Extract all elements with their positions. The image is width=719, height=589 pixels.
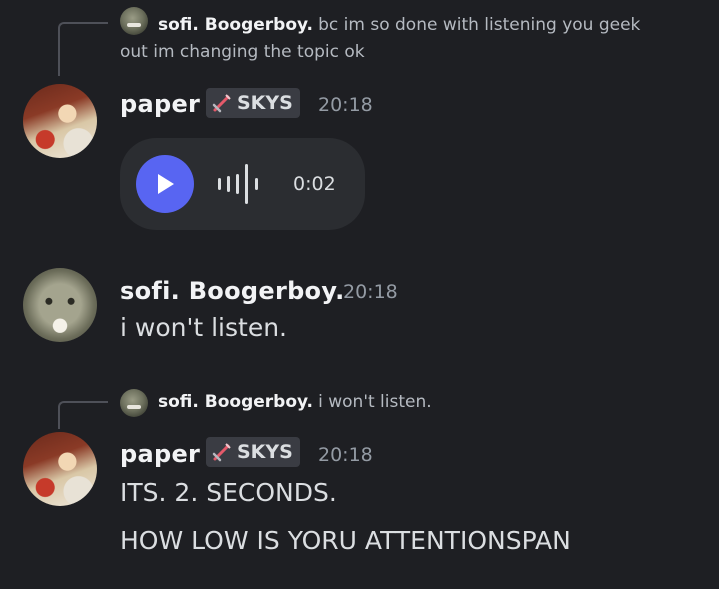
reply-text: i won't listen. xyxy=(318,392,432,412)
message-line: ITS. 2. SECONDS. xyxy=(120,478,337,507)
voice-duration: 0:02 xyxy=(293,173,336,195)
role-tag[interactable]: SKYS xyxy=(206,88,300,118)
reply-text: bc im so done with listening you geek xyxy=(318,15,641,35)
reply-author[interactable]: sofi. Boogerboy. xyxy=(158,15,313,35)
reply-author[interactable]: sofi. Boogerboy. xyxy=(158,392,313,412)
reply-preview[interactable]: sofi. Boogerboy. i won't listen. xyxy=(158,390,432,414)
avatar[interactable] xyxy=(23,432,97,506)
message-line: HOW LOW IS YORU ATTENTIONSPAN xyxy=(120,526,571,555)
reply-avatar[interactable] xyxy=(120,7,148,35)
username[interactable]: paper xyxy=(120,90,200,118)
username[interactable]: paper xyxy=(120,440,200,468)
timestamp[interactable]: 20:18 xyxy=(343,281,398,303)
play-icon xyxy=(158,174,174,194)
role-tag[interactable]: SKYS xyxy=(206,437,300,467)
avatar[interactable] xyxy=(23,268,97,342)
voice-message[interactable]: 0:02 xyxy=(120,138,365,230)
avatar[interactable] xyxy=(23,84,97,158)
username[interactable]: sofi. Boogerboy. xyxy=(120,277,345,305)
sword-icon xyxy=(212,443,231,462)
sword-icon xyxy=(212,94,231,113)
waveform[interactable] xyxy=(218,164,278,204)
reply-connector xyxy=(58,22,108,76)
reply-connector xyxy=(58,401,108,429)
reply-preview[interactable]: sofi. Boogerboy. bc im so done with list… xyxy=(158,9,698,41)
reply-avatar[interactable] xyxy=(120,389,148,417)
play-button[interactable] xyxy=(136,155,194,213)
role-tag-label: SKYS xyxy=(237,92,293,114)
role-tag-label: SKYS xyxy=(237,441,293,463)
timestamp[interactable]: 20:18 xyxy=(318,94,373,116)
message-text: i won't listen. xyxy=(120,313,287,342)
reply-text-continued: out im changing the topic ok xyxy=(120,42,365,62)
timestamp[interactable]: 20:18 xyxy=(318,444,373,466)
